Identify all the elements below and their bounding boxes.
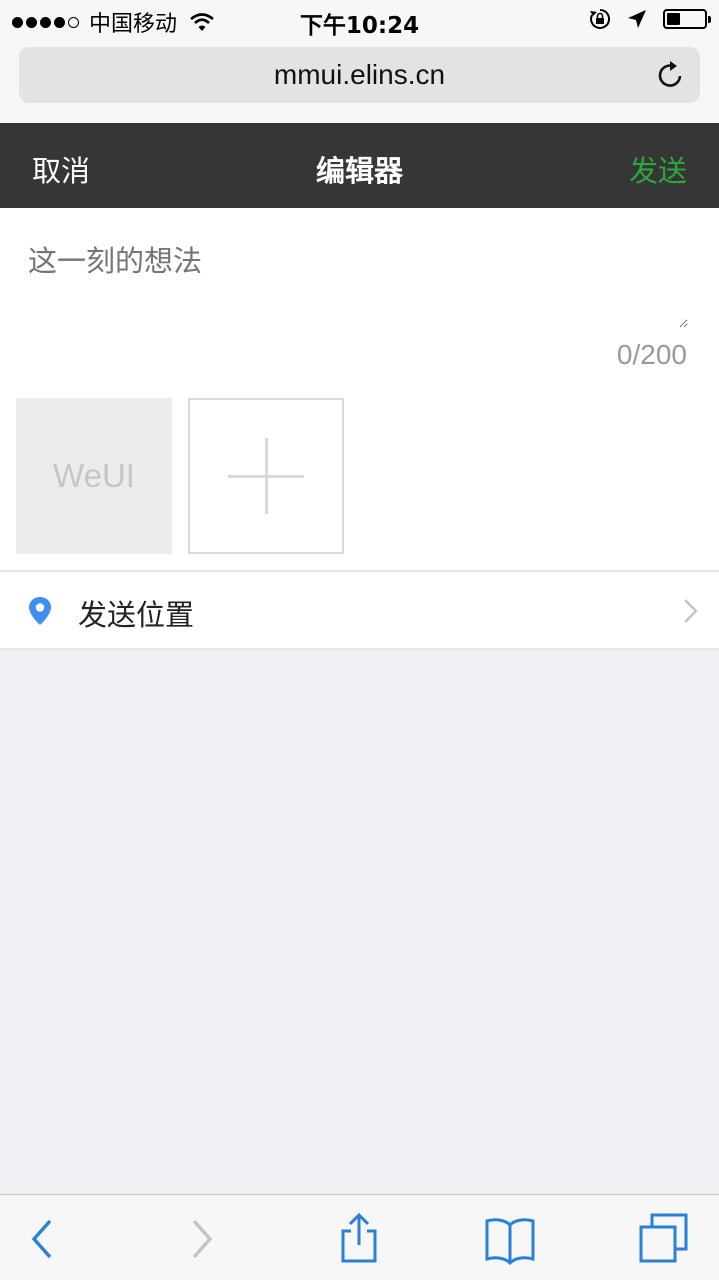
tabs-icon[interactable] [638,1213,690,1265]
editor-panel: 0/200 WeUI [0,208,719,570]
url-field[interactable]: mmui.elins.cn [19,47,700,103]
rotation-lock-icon [590,8,611,29]
location-arrow-icon [628,10,646,28]
address-bar: mmui.elins.cn [0,40,719,123]
status-right [589,8,711,30]
send-location-row[interactable]: 发送位置 [0,570,719,650]
safari-screen: 中国移动 下午10:24 mmui.elins.cn 取消 编辑器 发送 这一刻… [0,0,719,1280]
add-image-button[interactable] [188,398,344,554]
send-location-label: 发送位置 [78,598,195,632]
share-icon[interactable] [333,1213,385,1265]
back-icon[interactable] [16,1213,68,1265]
url-text: mmui.elins.cn [273,59,446,90]
thought-textarea[interactable] [28,238,688,328]
battery-icon [663,9,711,29]
location-pin-icon [29,597,51,625]
page-title: 编辑器 [315,154,403,188]
battery-fill [667,13,680,25]
chevron-right-icon [684,599,698,623]
nav-bar: 取消 编辑器 发送 [0,123,719,208]
char-counter: 0/200 [616,339,687,370]
send-button[interactable]: 发送 [629,148,687,190]
browser-toolbar [0,1194,719,1280]
thumbnail-label: WeUI [53,457,135,494]
forward-icon[interactable] [176,1213,228,1265]
bookmarks-icon[interactable] [484,1213,536,1265]
reload-icon[interactable] [656,60,686,90]
image-thumbnail[interactable]: WeUI [16,398,172,554]
status-bar: 中国移动 下午10:24 [0,0,719,40]
